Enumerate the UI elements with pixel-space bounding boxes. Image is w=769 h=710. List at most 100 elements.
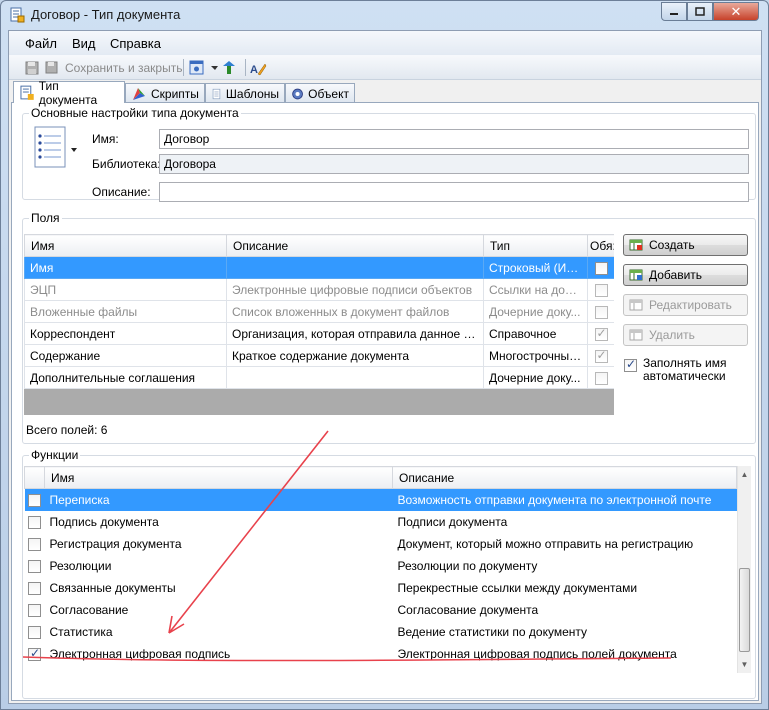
field-required-cell (587, 344, 614, 367)
menu-view[interactable]: Вид (72, 36, 96, 51)
autofill-name-checkbox-row[interactable]: Заполнять имя автоматически (624, 357, 727, 383)
edit-field-button[interactable]: Редактировать (623, 294, 748, 316)
table-edit-icon (629, 299, 643, 311)
function-name-cell: Подпись документа (49, 514, 159, 529)
delete-label: Удалить (649, 328, 695, 342)
preview-dropdown-button[interactable] (189, 59, 219, 76)
save-and-close-button[interactable]: Сохранить и закрыть (45, 59, 182, 76)
function-description-cell: Электронная цифровая подпись полей докум… (397, 646, 677, 661)
tab-object[interactable]: Объект (285, 83, 355, 103)
group-title: Поля (29, 211, 62, 225)
fields-group: Поля Имя Описание Тип Обя: Имя Строковый… (22, 211, 756, 444)
function-row[interactable]: Согласование Согласование документа (25, 599, 737, 621)
column-header-description[interactable]: Описание (392, 466, 737, 489)
column-header-type[interactable]: Тип (483, 234, 588, 257)
table-insert-icon (629, 269, 643, 281)
field-description-cell: Электронные цифровые подписи объектов (226, 278, 484, 301)
function-enabled-checkbox[interactable] (28, 581, 41, 595)
maximize-icon (695, 7, 705, 16)
minimize-icon (670, 12, 678, 15)
delete-field-button[interactable]: Удалить (623, 324, 748, 346)
preview-window-icon (189, 60, 204, 75)
function-row[interactable]: Связанные документы Перекрестные ссылки м… (25, 577, 737, 599)
tab-scripts[interactable]: Скрипты (125, 83, 205, 103)
field-row[interactable]: Имя Строковый (Инд... (24, 256, 614, 279)
function-checkbox-cell (25, 599, 45, 621)
required-checkbox[interactable] (594, 261, 608, 275)
close-button[interactable]: ✕ (713, 2, 759, 21)
function-enabled-checkbox[interactable] (28, 559, 41, 573)
description-input[interactable] (159, 182, 749, 202)
move-button[interactable] (221, 59, 237, 76)
menu-file[interactable]: Файл (25, 36, 57, 51)
add-field-button[interactable]: Добавить (623, 264, 748, 286)
required-checkbox[interactable] (594, 326, 608, 341)
field-row[interactable]: Дополнительные соглашения Дочерние доку..… (24, 366, 614, 389)
autofill-label-line2: автоматически (643, 369, 726, 383)
field-type-cell: Строковый (Инд... (483, 256, 588, 279)
function-row[interactable]: Резолюции Резолюции по документу (25, 555, 737, 577)
function-checkbox-cell (24, 488, 45, 511)
field-row[interactable]: Корреспондент Организация, которая отправ… (24, 322, 614, 345)
tab-strip: Тип документа Скрипты Шаблоны Объект (9, 79, 761, 107)
rename-button[interactable]: A (250, 59, 267, 76)
function-enabled-checkbox[interactable] (28, 603, 41, 617)
field-row[interactable]: Содержание Краткое содержание документа Мн… (24, 344, 614, 367)
required-checkbox[interactable] (594, 348, 608, 363)
field-type-cell: Дочерние доку... (483, 366, 588, 389)
required-checkbox[interactable] (594, 371, 608, 385)
document-type-large-icon[interactable] (29, 124, 79, 176)
function-row[interactable]: Статистика Ведение статистики по документ… (25, 621, 737, 643)
create-field-button[interactable]: Создать (623, 234, 748, 256)
document-type-icon (20, 85, 34, 100)
column-header-description[interactable]: Описание (226, 234, 484, 257)
close-icon: ✕ (730, 3, 742, 19)
menu-help[interactable]: Справка (110, 36, 161, 51)
title-bar[interactable]: Договор - Тип документа ✕ (1, 1, 768, 29)
tab-document-type[interactable]: Тип документа (13, 79, 125, 107)
scroll-up-arrow-icon[interactable]: ▲ (738, 466, 751, 483)
fields-header-row: Имя Описание Тип Обя: (24, 234, 614, 257)
function-name-cell: Электронная цифровая подпись (49, 646, 231, 661)
function-row[interactable]: Электронная цифровая подпись Электронная … (25, 643, 737, 665)
function-enabled-checkbox[interactable] (28, 515, 41, 529)
window-client-area: Файл Вид Справка Сохранить и закрыть A Т… (8, 30, 762, 704)
minimize-button[interactable] (661, 2, 687, 21)
scrollbar-thumb[interactable] (739, 568, 750, 652)
tab-label: Шаблоны (225, 86, 279, 101)
field-description-cell: Краткое содержание документа (226, 344, 484, 367)
total-fields-label: Всего полей: 6 (26, 423, 108, 437)
save-button[interactable] (25, 59, 39, 76)
scroll-down-arrow-icon[interactable]: ▼ (738, 656, 751, 673)
name-input[interactable]: Договор (159, 129, 749, 149)
autofill-name-checkbox[interactable] (624, 357, 637, 372)
tab-templates[interactable]: Шаблоны (205, 83, 285, 103)
function-checkbox-cell (25, 577, 45, 599)
library-input[interactable]: Договора (159, 154, 749, 174)
function-description-cell: Согласование документа (397, 602, 539, 617)
field-name-cell: Содержание (24, 344, 227, 367)
function-row[interactable]: Регистрация документа Документ, который м… (25, 533, 737, 555)
field-name-cell: Вложенные файлы (24, 300, 227, 323)
function-enabled-checkbox[interactable] (28, 625, 41, 639)
field-row[interactable]: ЭЦП Электронные цифровые подписи объектов… (24, 278, 614, 301)
field-description-cell (226, 256, 484, 279)
menu-bar: Файл Вид Справка (9, 31, 761, 55)
column-header-required[interactable]: Обя: (587, 234, 614, 257)
function-row[interactable]: Переписка Возможность отправки документа … (24, 488, 737, 511)
column-header-name[interactable]: Имя (44, 466, 393, 489)
column-header-name[interactable]: Имя (24, 234, 227, 257)
required-checkbox[interactable] (594, 305, 608, 319)
field-row[interactable]: Вложенные файлы Список вложенных в докуме… (24, 300, 614, 323)
field-name-cell: Дополнительные соглашения (24, 366, 227, 389)
maximize-button[interactable] (687, 2, 713, 21)
functions-scrollbar[interactable]: ▲ ▼ (737, 466, 751, 673)
function-row[interactable]: Подпись документа Подписи документа (25, 511, 737, 533)
function-enabled-checkbox[interactable] (28, 493, 41, 507)
tab-panel-document-type: Основные настройки типа документа Имя: Д… (11, 102, 759, 701)
function-enabled-checkbox[interactable] (28, 537, 41, 551)
function-enabled-checkbox[interactable] (28, 646, 41, 661)
field-description-cell: Список вложенных в документ файлов (226, 300, 484, 323)
scripts-icon (133, 87, 145, 100)
required-checkbox[interactable] (594, 283, 608, 297)
